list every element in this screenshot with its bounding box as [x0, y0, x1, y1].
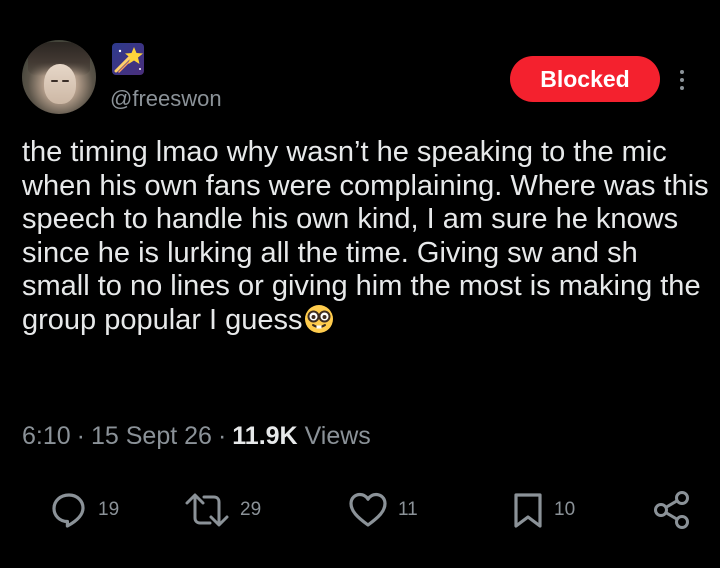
share-icon: [654, 491, 689, 529]
author-handle[interactable]: @freeswon: [110, 86, 222, 112]
views-count: 11.9K: [232, 422, 298, 450]
repost-button[interactable]: 29: [184, 488, 261, 532]
tweet-time[interactable]: 6:10: [22, 422, 71, 450]
like-button[interactable]: 11: [348, 488, 418, 532]
tweet-post: @freeswon Blocked the timing lmao why wa…: [0, 0, 720, 568]
avatar-face: [44, 64, 76, 104]
tweet-date[interactable]: 15 Sept 26: [91, 422, 212, 450]
reply-count: 19: [98, 499, 120, 520]
shooting-star-icon: [112, 43, 144, 75]
tweet-text: the timing lmao why wasn’t he speaking t…: [22, 136, 709, 336]
repost-count: 29: [240, 499, 262, 520]
separator-dot: ·: [76, 422, 85, 450]
nerd-face-icon: [304, 304, 333, 333]
tweet-body: the timing lmao why wasn’t he speaking t…: [22, 136, 712, 338]
avatar[interactable]: [22, 40, 96, 114]
bookmark-icon: [514, 493, 542, 528]
reply-icon: [52, 493, 85, 528]
tweet-meta: 6:10 · 15 Sept 26 · 11.9K Views: [22, 422, 371, 451]
separator-dot: ·: [217, 422, 227, 450]
share-button[interactable]: [652, 488, 692, 532]
views-label: Views: [304, 422, 371, 450]
reply-button[interactable]: 19: [50, 488, 119, 532]
more-vertical-icon[interactable]: [672, 64, 692, 96]
repost-icon: [185, 493, 229, 527]
avatar-eye: [51, 80, 58, 82]
heart-icon: [349, 492, 387, 527]
like-count: 11: [398, 499, 418, 520]
bookmark-count: 10: [554, 499, 576, 520]
bookmark-button[interactable]: 10: [512, 488, 575, 532]
avatar-eye: [62, 80, 69, 82]
blocked-button[interactable]: Blocked: [510, 56, 660, 102]
